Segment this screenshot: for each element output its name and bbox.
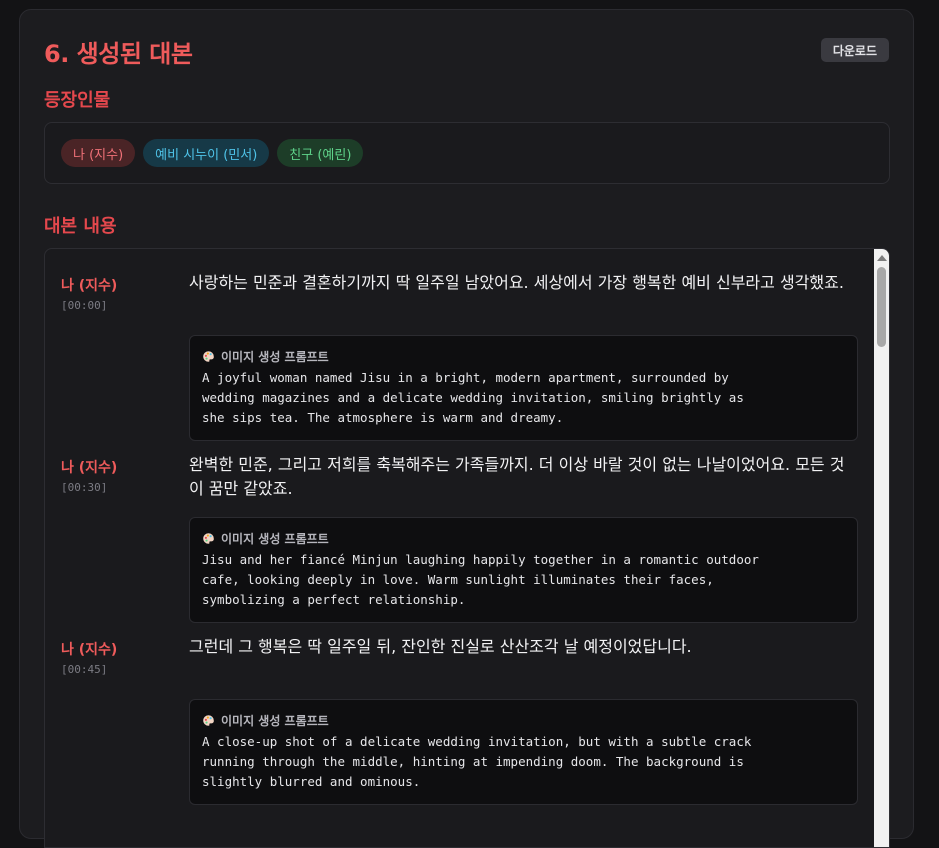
image-prompt-text: A joyful woman named Jisu in a bright, m… [202, 370, 744, 425]
speaker-name: 나 (지수) [61, 642, 118, 658]
character-chip-minseo[interactable]: 예비 시누이 (민서) [143, 139, 270, 167]
image-prompt-text: Jisu and her fiancé Minjun laughing happ… [202, 552, 759, 607]
speaker-name: 나 (지수) [61, 278, 118, 294]
image-prompt-box: 이미지 생성 프롬프트 A close-up shot of a delicat… [189, 699, 858, 805]
character-chip-yerin[interactable]: 친구 (예린) [277, 139, 364, 167]
timestamp: [00:00] [61, 299, 108, 312]
timestamp: [00:45] [61, 663, 108, 676]
vertical-scrollbar[interactable] [874, 249, 889, 847]
image-prompt-label: 이미지 생성 프롬프트 [221, 349, 329, 364]
speaker-name: 나 (지수) [61, 460, 118, 476]
download-button[interactable]: 다운로드 [820, 38, 889, 62]
image-prompt-header: 이미지 생성 프롬프트 [202, 348, 845, 364]
palette-icon [203, 714, 214, 726]
scrollbar-thumb[interactable] [877, 267, 886, 347]
image-prompt-header: 이미지 생성 프롬프트 [202, 712, 845, 728]
dialogue-text: 완벽한 민준, 그리고 저희를 축복해주는 가족들까지. 더 이상 바랄 것이 … [189, 455, 845, 498]
page-title: 6. 생성된 대본 [44, 40, 193, 68]
image-prompt-label: 이미지 생성 프롬프트 [221, 531, 329, 546]
script-content-scroll-area[interactable]: 나 (지수) [00:00] 사랑하는 민준과 결혼하기까지 딱 일주일 남았어… [44, 248, 890, 848]
dialogue-text: 사랑하는 민준과 결혼하기까지 딱 일주일 남았어요. 세상에서 가장 행복한 … [189, 273, 844, 292]
characters-heading: 등장인물 [44, 90, 111, 111]
image-prompt-box: 이미지 생성 프롬프트 A joyful woman named Jisu in… [189, 335, 858, 441]
image-prompt-label: 이미지 생성 프롬프트 [221, 713, 329, 728]
dialogue-text: 그런데 그 행복은 딱 일주일 뒤, 잔인한 진실로 산산조각 날 예정이었답니… [189, 637, 692, 656]
script-content-heading: 대본 내용 [44, 216, 117, 237]
image-prompt-text: A close-up shot of a delicate wedding in… [202, 734, 752, 789]
character-chip-jisu[interactable]: 나 (지수) [61, 139, 136, 167]
palette-icon [203, 532, 214, 544]
palette-icon [203, 350, 214, 362]
characters-list: 나 (지수) 예비 시누이 (민서) 친구 (예린) [44, 122, 890, 184]
timestamp: [00:30] [61, 481, 108, 494]
image-prompt-box: 이미지 생성 프롬프트 Jisu and her fiancé Minjun l… [189, 517, 858, 623]
image-prompt-header: 이미지 생성 프롬프트 [202, 530, 845, 546]
generated-script-panel: 6. 생성된 대본 다운로드 등장인물 나 (지수) 예비 시누이 (민서) 친… [19, 9, 914, 848]
scroll-up-arrow-icon[interactable] [877, 255, 887, 261]
